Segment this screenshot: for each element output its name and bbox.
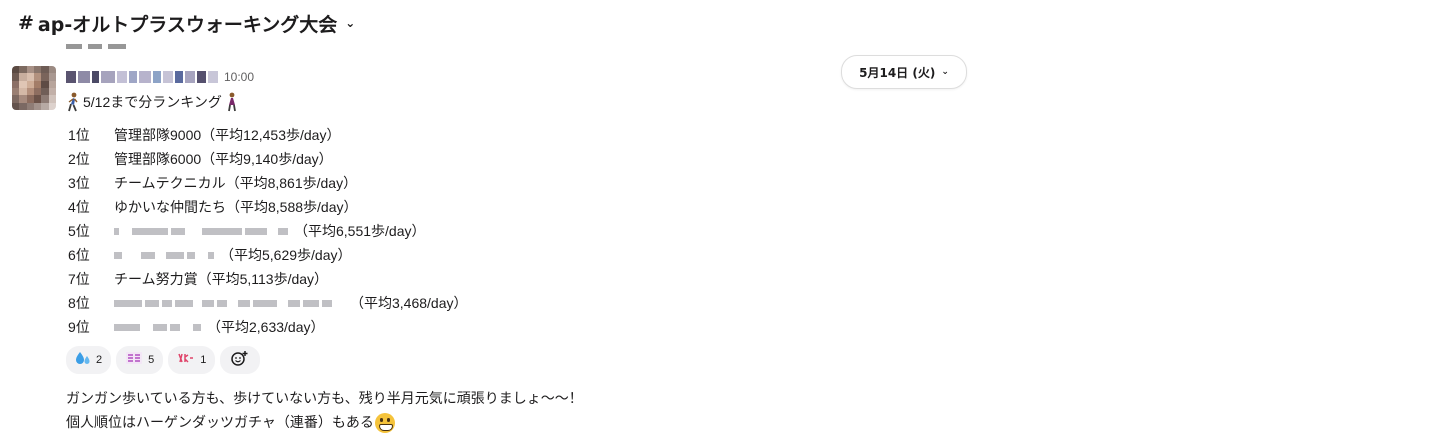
team-average: （平均8,861歩/day）: [225, 175, 358, 191]
team-name: 管理部隊6000: [114, 151, 202, 167]
team-average: （平均9,140歩/day）: [201, 151, 333, 167]
team-name-redacted: [114, 248, 214, 262]
power-stamp-icon: [177, 351, 195, 369]
reaction-count: 5: [148, 354, 155, 366]
message-timestamp[interactable]: 10:00: [224, 70, 254, 84]
ranking-row: 1位 管理部隊9000 （平均12,453歩/day）: [68, 124, 340, 146]
team-average: （平均5,629歩/day）: [220, 247, 352, 263]
date-label: 5月14日 (火): [859, 65, 936, 80]
date-divider-button[interactable]: 5月14日 (火) ⌄: [841, 55, 967, 89]
add-reaction-button[interactable]: [220, 346, 261, 374]
ranking-row: 5位 （平均6,551歩/day）: [68, 220, 426, 242]
add-emoji-icon: [231, 350, 249, 370]
team-average: （平均12,453歩/day）: [201, 127, 341, 143]
team-average: （平均6,551歩/day）: [294, 223, 426, 239]
message-footer-line: 個人順位はハーゲンダッツガチャ（連番）もある: [66, 412, 395, 434]
rank-position: 3位: [68, 175, 90, 191]
chevron-down-icon: ⌄: [345, 16, 356, 30]
rank-position: 5位: [68, 223, 90, 239]
avatar[interactable]: [12, 66, 56, 110]
team-average: （平均8,588歩/day）: [226, 199, 358, 215]
channel-title[interactable]: # ap-オルトプラスウォーキング大会 ⌄: [18, 8, 355, 38]
team-average: （平均2,633/day）: [207, 319, 325, 335]
rank-position: 4位: [68, 199, 90, 215]
footer-text: 個人順位はハーゲンダッツガチャ（連番）もある: [66, 414, 374, 430]
rank-position: 7位: [68, 271, 90, 287]
rank-position: 8位: [68, 295, 90, 311]
message-header: 10:00: [66, 66, 254, 88]
ranking-row: 6位 （平均5,629歩/day）: [68, 244, 352, 266]
sweat-drops-icon: [75, 351, 91, 369]
reaction-count: 2: [96, 354, 103, 366]
rank-position: 6位: [68, 247, 90, 263]
ranking-row: 9位 （平均2,633/day）: [68, 316, 325, 338]
ranking-row: 3位 チームテクニカル （平均8,861歩/day）: [68, 172, 357, 194]
rank-position: 2位: [68, 151, 90, 167]
channel-name: ap-オルトプラスウォーキング大会: [37, 13, 338, 36]
ranking-row: 2位 管理部隊6000 （平均9,140歩/day）: [68, 148, 333, 170]
rank-position: 9位: [68, 319, 90, 335]
team-name: ゆかいな仲間たち: [114, 199, 226, 215]
team-name: チームテクニカル: [114, 175, 226, 191]
ranking-row: 7位 チーム努力賞 （平均5,113歩/day）: [68, 268, 328, 290]
walking-woman-icon: [225, 92, 239, 112]
message-footer-line: ガンガン歩いている方も、歩けていない方も、残り半月元気に頑張りましょ〜〜！: [66, 390, 583, 406]
message-headline: 5/12まで分ランキング: [66, 92, 239, 112]
chevron-down-icon: ⌄: [941, 67, 949, 77]
reaction-power-stamp[interactable]: 1: [168, 346, 216, 374]
team-average: （平均5,113歩/day）: [197, 271, 329, 287]
custom-stamp-icon: [125, 351, 143, 369]
team-name-redacted: [114, 320, 201, 334]
ranking-row: 4位 ゆかいな仲間たち （平均8,588歩/day）: [68, 196, 358, 218]
channel-hash: #: [18, 12, 34, 34]
sender-name-redacted[interactable]: [66, 71, 218, 83]
previous-message-fragment: [66, 44, 156, 52]
reaction-custom-stamp[interactable]: 5: [116, 346, 164, 374]
team-name-redacted: [114, 224, 288, 238]
grinning-face-icon: [374, 413, 395, 434]
team-average: （平均3,468/day）: [350, 295, 468, 311]
ranking-row: 8位 （平均3,468/day）: [68, 292, 468, 314]
reaction-sweat-drops[interactable]: 2: [66, 346, 112, 374]
team-name: チーム努力賞: [114, 271, 198, 287]
team-name: 管理部隊9000: [114, 127, 202, 143]
rank-position: 1位: [68, 127, 90, 143]
headline-text: 5/12まで分ランキング: [83, 94, 222, 110]
team-name-redacted: [114, 296, 332, 310]
reaction-bar: 2 5 1: [66, 346, 261, 374]
reaction-count: 1: [200, 354, 207, 366]
walking-person-icon: [66, 92, 80, 112]
